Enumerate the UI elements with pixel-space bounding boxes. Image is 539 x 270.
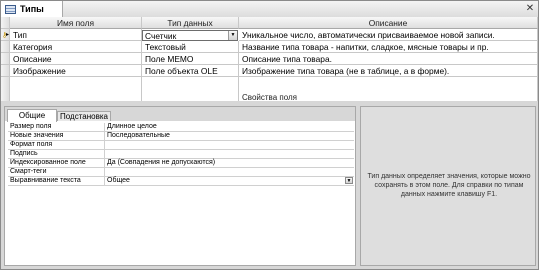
description-cell[interactable]: Изображение типа товара (не в таблице, а…	[239, 65, 538, 77]
property-label: Индексированное поле	[10, 159, 105, 167]
property-row[interactable]: Смарт-теги	[8, 168, 354, 177]
tab-types[interactable]: Типы	[1, 1, 63, 17]
field-name-cell[interactable]: Тип	[10, 29, 142, 41]
tab-label: Типы	[20, 4, 44, 14]
document-tab-bar: Типы ✕	[1, 1, 538, 18]
property-row[interactable]: Размер поля Длинное целое	[8, 123, 354, 132]
chevron-down-icon[interactable]: ▼	[228, 31, 237, 40]
data-type-combo[interactable]: Счетчик ▼	[142, 30, 238, 41]
property-value[interactable]: Общее	[107, 177, 130, 185]
field-properties-panel: Общие Подстановка Размер поля Длинное це…	[4, 106, 356, 266]
description-cell[interactable]: Название типа товара - напитки, сладкое,…	[239, 41, 538, 53]
property-row[interactable]: Новые значения Последовательные	[8, 132, 354, 141]
property-row[interactable]: Выравнивание текста Общее ▼	[8, 177, 354, 186]
property-label: Новые значения	[10, 132, 105, 140]
property-label: Смарт-теги	[10, 168, 105, 176]
row-selector[interactable]	[1, 65, 10, 77]
description-cell[interactable]: Описание типа товара.	[239, 53, 538, 65]
property-list: Размер поля Длинное целое Новые значения…	[8, 123, 354, 186]
table-icon	[5, 4, 16, 14]
row-selector[interactable]: ⚷ ▸	[1, 29, 10, 41]
column-header-description: Описание	[239, 17, 538, 29]
description-cell[interactable]: Уникальное число, автоматически присваив…	[239, 29, 538, 41]
row-selector[interactable]	[1, 53, 10, 65]
property-label: Размер поля	[10, 123, 105, 131]
tab-general[interactable]: Общие	[7, 109, 57, 122]
property-value[interactable]: Да (Совпадения не допускаются)	[107, 159, 215, 167]
property-value[interactable]: Последовательные	[107, 132, 170, 140]
property-label: Подпись	[10, 150, 105, 158]
chevron-down-icon[interactable]: ▼	[345, 177, 353, 184]
header-corner	[1, 17, 10, 29]
data-type-cell[interactable]: Текстовый	[142, 41, 239, 53]
row-selector[interactable]	[1, 41, 10, 53]
table-design-window: Типы ✕ Имя поля Тип данных Описание ⚷ ▸ …	[0, 0, 539, 270]
arrow-icon: ▸	[6, 32, 10, 38]
data-type-cell[interactable]: Поле MEMO	[142, 53, 239, 65]
property-row[interactable]: Формат поля	[8, 141, 354, 150]
help-panel: Тип данных определяет значения, которые …	[360, 106, 536, 266]
close-button[interactable]: ✕	[524, 3, 536, 15]
column-header-field-name: Имя поля	[10, 17, 142, 29]
property-label: Формат поля	[10, 141, 105, 149]
properties-tabs: Общие Подстановка	[5, 107, 355, 122]
field-properties-label: Свойства поля	[242, 93, 297, 102]
tab-lookup[interactable]: Подстановка	[57, 111, 111, 121]
column-header-data-type: Тип данных	[142, 17, 239, 29]
property-value[interactable]: Длинное целое	[107, 123, 157, 131]
help-text: Тип данных определяет значения, которые …	[367, 173, 531, 198]
field-name-cell[interactable]: Категория	[10, 41, 142, 53]
field-grid: Имя поля Тип данных Описание ⚷ ▸ Тип Сче…	[1, 17, 538, 101]
property-label: Выравнивание текста	[10, 177, 105, 185]
property-row[interactable]: Индексированное поле Да (Совпадения не д…	[8, 159, 354, 168]
field-name-cell[interactable]: Изображение	[10, 65, 142, 77]
data-type-cell[interactable]: Поле объекта OLE	[142, 65, 239, 77]
property-row[interactable]: Подпись	[8, 150, 354, 159]
field-name-cell[interactable]: Описание	[10, 53, 142, 65]
